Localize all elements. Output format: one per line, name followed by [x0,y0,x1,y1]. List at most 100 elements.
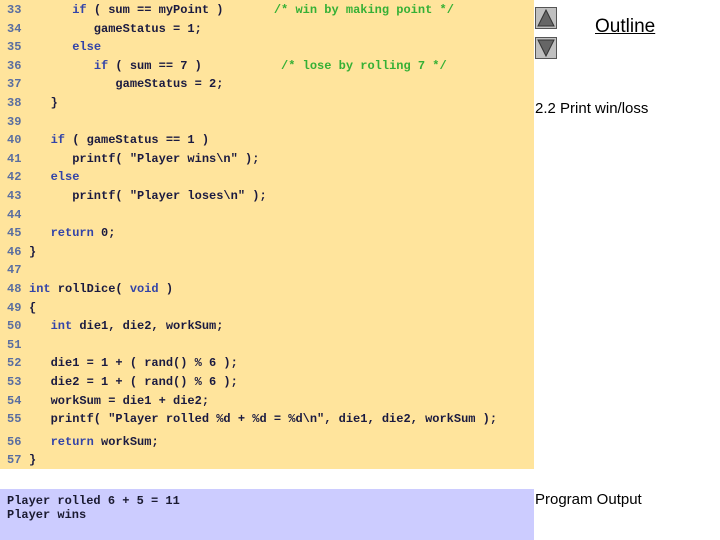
code-text: gameStatus = 2; [29,75,223,93]
code-token: 0; [93,226,116,241]
keyword: else [50,170,80,185]
output-line: Player wins [7,508,87,522]
code-line: 39 [0,113,534,131]
line-number: 40 [7,133,22,148]
keyword: else [72,40,102,55]
code-text: else [29,38,101,56]
code-line: 48 int rollDice( void ) [0,280,534,298]
line-number: 46 [7,244,22,259]
previous-slide-button[interactable] [535,7,557,29]
code-text: printf( "Player rolled %d + %d = %d\n", … [29,410,497,428]
code-line: 53 die2 = 1 + ( rand() % 6 ); [0,373,534,391]
code-token: rollDice( [50,282,130,296]
code-line: 51 [0,336,534,354]
keyword: if [93,58,109,73]
code-line: 33 if ( sum == myPoint ) /* win by makin… [0,1,534,19]
output-line: Player rolled 6 + 5 = 11 [7,494,180,508]
code-line: 56 return workSum; [0,433,534,451]
code-token: workSum = die1 + die2; [29,393,210,408]
code-text: int die1, die2, workSum; [29,317,224,335]
code-text: if ( gameStatus == 1 ) [29,131,209,149]
line-number: 49 [7,300,22,315]
code-line: 38 } [0,94,534,112]
line-number: 47 [7,263,22,278]
code-text: gameStatus = 1; [29,20,202,38]
code-text: printf( "Player loses\n" ); [29,187,267,205]
code-line: 49 { [0,299,534,317]
line-number: 57 [7,453,22,468]
line-number: 38 [7,96,22,110]
code-line: 55 printf( "Player rolled %d + %d = %d\n… [0,410,534,428]
code-token: die1 = 1 + ( rand() % 6 ); [29,356,238,371]
code-line: 42 else [0,168,534,186]
code-line: 37 gameStatus = 2; [0,75,534,93]
line-number: 52 [7,356,22,371]
keyword: void [129,282,159,296]
code-text: printf( "Player wins\n" ); [29,150,259,168]
code-line: 52 die1 = 1 + ( rand() % 6 ); [0,354,534,372]
next-slide-button[interactable] [535,37,557,59]
line-number: 37 [7,77,22,92]
code-line: 45 return 0; [0,224,534,242]
code-token: printf( "Player loses\n" ); [29,189,267,203]
code-text: return 0; [29,224,116,242]
comment: /* lose by rolling 7 */ [281,58,447,73]
keyword: int [29,282,51,296]
code-token: } [29,96,58,110]
code-text: else [29,168,80,186]
code-token: } [29,244,37,259]
line-number: 44 [7,207,22,222]
line-number: 51 [7,337,22,352]
keyword: if [50,133,66,148]
code-listing: 33 if ( sum == myPoint ) /* win by makin… [0,0,534,469]
line-number: 43 [7,189,22,203]
code-text: if ( sum == 7 ) /* lose by rolling 7 */ [29,57,447,75]
line-number: 54 [7,393,22,408]
line-number: 42 [7,170,22,185]
code-token: ( sum == myPoint ) [86,3,274,17]
code-line: 54 workSum = die1 + die2; [0,392,534,410]
code-line: 46} [0,243,534,261]
line-number: 34 [7,21,22,36]
triangle-up-icon [537,8,555,27]
code-text: } [29,243,36,261]
code-token: printf( "Player wins\n" ); [29,151,260,166]
code-token: ( sum == 7 ) [108,58,282,73]
outline-link[interactable]: Outline [595,16,655,38]
section-label: 2.2 Print win/loss [535,100,649,117]
code-line: 41 printf( "Player wins\n" ); [0,150,534,168]
code-token: printf( "Player rolled %d + %d = %d\n", … [29,412,498,427]
code-line: 40 if ( gameStatus == 1 ) [0,131,534,149]
code-token: { [29,300,37,315]
code-token: gameStatus = 2; [29,77,224,92]
code-line: 44 [0,206,534,224]
code-token: ) [158,282,174,296]
line-number: 41 [7,151,22,166]
code-text: int rollDice( void ) [29,280,173,298]
code-token: die1, die2, workSum; [72,319,224,334]
comment: /* win by making point */ [273,3,454,17]
triangle-down-icon [537,39,555,58]
line-number: 48 [7,282,22,296]
keyword: return [50,434,94,449]
line-number: 55 [7,412,22,427]
code-text: die1 = 1 + ( rand() % 6 ); [29,354,238,372]
keyword: if [72,3,87,17]
code-line: 47 [0,261,534,279]
program-output-label: Program Output [535,491,642,508]
code-token: ( gameStatus == 1 ) [65,133,210,148]
line-number: 39 [7,114,22,129]
code-line: 34 gameStatus = 1; [0,20,534,38]
code-line: 36 if ( sum == 7 ) /* lose by rolling 7 … [0,57,534,75]
line-number: 50 [7,319,22,334]
keyword: return [50,226,94,241]
program-output-panel: Player rolled 6 + 5 = 11 Player wins [0,489,534,540]
line-number: 35 [7,40,22,55]
code-text: } [29,451,36,469]
